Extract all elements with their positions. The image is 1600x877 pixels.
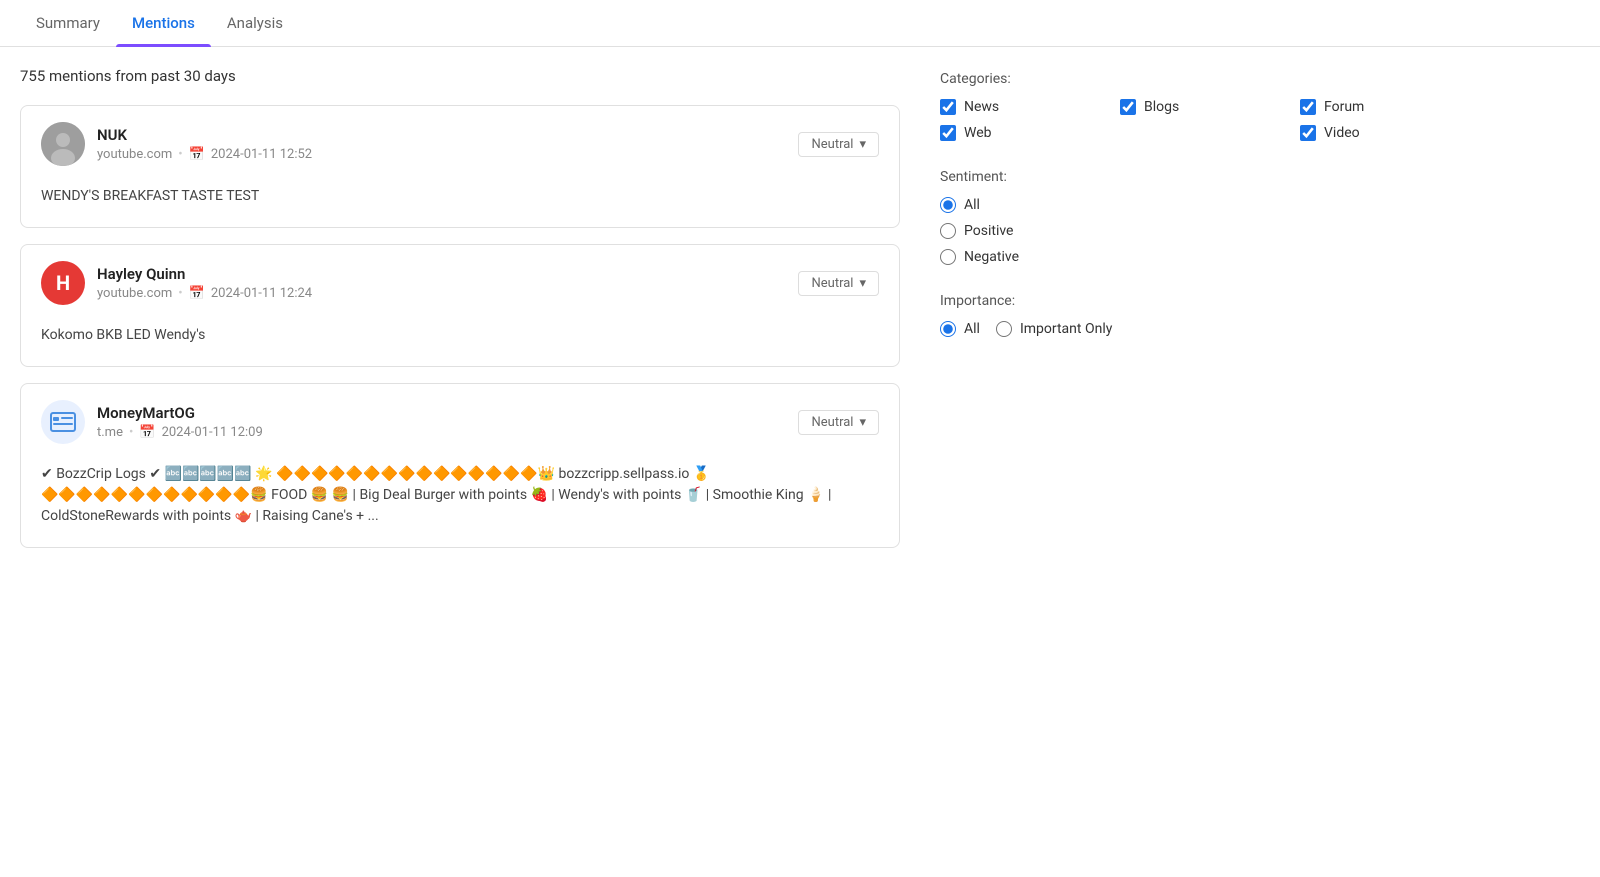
mention-author: H Hayley Quinn youtube.com • 📅 2024-01-1… (41, 261, 312, 305)
author-info: MoneyMartOG t.me • 📅 2024-01-11 12:09 (97, 404, 263, 440)
radio-sentiment-positive-input[interactable] (940, 223, 956, 239)
mention-card: H Hayley Quinn youtube.com • 📅 2024-01-1… (20, 244, 900, 367)
checkbox-video[interactable]: Video (1300, 125, 1364, 141)
categories-label: Categories: (940, 71, 1300, 87)
radio-sentiment-positive[interactable]: Positive (940, 223, 1300, 239)
avatar-initial: H (56, 271, 70, 295)
chevron-down-icon: ▾ (859, 137, 866, 152)
mention-header: NUK youtube.com • 📅 2024-01-11 12:52 Neu… (41, 122, 879, 166)
avatar (41, 122, 85, 166)
author-name: MoneyMartOG (97, 404, 263, 422)
sentiment-filter-group: Sentiment: All Positive Negative (940, 169, 1300, 265)
date: 2024-01-11 12:24 (211, 286, 312, 301)
calendar-icon: 📅 (189, 147, 205, 162)
radio-importance-all-label: All (964, 321, 980, 337)
author-meta: t.me • 📅 2024-01-11 12:09 (97, 425, 263, 440)
sentiment-label: Neutral (811, 415, 853, 430)
radio-sentiment-all[interactable]: All (940, 197, 1300, 213)
importance-options: All Important Only (940, 321, 1300, 337)
checkbox-news-input[interactable] (940, 99, 956, 115)
checkbox-blogs-label: Blogs (1144, 99, 1179, 115)
tab-bar: Summary Mentions Analysis (0, 0, 1600, 47)
importance-filter-group: Importance: All Important Only (940, 293, 1300, 337)
tab-summary[interactable]: Summary (20, 0, 116, 46)
mention-author: NUK youtube.com • 📅 2024-01-11 12:52 (41, 122, 312, 166)
sentiment-label: Neutral (811, 137, 853, 152)
source: youtube.com (97, 147, 172, 162)
mention-header: H Hayley Quinn youtube.com • 📅 2024-01-1… (41, 261, 879, 305)
checkbox-news[interactable]: News (940, 99, 1120, 115)
radio-importance-only-input[interactable] (996, 321, 1012, 337)
author-meta: youtube.com • 📅 2024-01-11 12:24 (97, 286, 312, 301)
radio-importance-only-label: Important Only (1020, 321, 1112, 337)
main-content: 755 mentions from past 30 days NUK (0, 47, 1600, 584)
mention-header: MoneyMartOG t.me • 📅 2024-01-11 12:09 Ne… (41, 400, 879, 444)
radio-sentiment-negative-label: Negative (964, 249, 1019, 265)
checkbox-blogs-input[interactable] (1120, 99, 1136, 115)
checkbox-web-input[interactable] (940, 125, 956, 141)
sentiment-label: Neutral (811, 276, 853, 291)
radio-sentiment-negative-input[interactable] (940, 249, 956, 265)
author-name: NUK (97, 126, 312, 144)
checkbox-forum[interactable]: Forum (1300, 99, 1364, 115)
mention-content: ✔ BozzCrip Logs ✔ 🔤🔤🔤🔤🔤 🌟 🔶🔶🔶🔶🔶🔶🔶🔶🔶🔶🔶🔶🔶🔶… (41, 456, 879, 531)
mention-content: WENDY'S BREAKFAST TASTE TEST (41, 178, 879, 211)
radio-sentiment-negative[interactable]: Negative (940, 249, 1300, 265)
date: 2024-01-11 12:09 (162, 425, 263, 440)
author-name: Hayley Quinn (97, 265, 312, 283)
radio-importance-only[interactable]: Important Only (996, 321, 1112, 337)
source: t.me (97, 425, 123, 440)
radio-sentiment-all-label: All (964, 197, 980, 213)
checkbox-news-label: News (964, 99, 999, 115)
categories-options: News Blogs Forum Web Video (940, 99, 1300, 141)
separator: • (129, 425, 133, 440)
mentions-count: 755 mentions from past 30 days (20, 67, 900, 85)
checkbox-web[interactable]: Web (940, 125, 1120, 141)
checkbox-video-input[interactable] (1300, 125, 1316, 141)
author-info: Hayley Quinn youtube.com • 📅 2024-01-11 … (97, 265, 312, 301)
date: 2024-01-11 12:52 (211, 147, 312, 162)
avatar (41, 400, 85, 444)
mentions-section: 755 mentions from past 30 days NUK (20, 67, 900, 564)
sentiment-label: Sentiment: (940, 169, 1300, 185)
author-info: NUK youtube.com • 📅 2024-01-11 12:52 (97, 126, 312, 162)
chevron-down-icon: ▾ (859, 276, 866, 291)
chevron-down-icon: ▾ (859, 415, 866, 430)
checkbox-web-label: Web (964, 125, 992, 141)
mention-content: Kokomo BKB LED Wendy's (41, 317, 879, 350)
mention-author: MoneyMartOG t.me • 📅 2024-01-11 12:09 (41, 400, 263, 444)
author-meta: youtube.com • 📅 2024-01-11 12:52 (97, 147, 312, 162)
mention-card: NUK youtube.com • 📅 2024-01-11 12:52 Neu… (20, 105, 900, 228)
source: youtube.com (97, 286, 172, 301)
radio-importance-all-input[interactable] (940, 321, 956, 337)
calendar-icon: 📅 (139, 425, 155, 440)
sentiment-badge[interactable]: Neutral ▾ (798, 132, 879, 157)
radio-sentiment-all-input[interactable] (940, 197, 956, 213)
sentiment-radio-group: All Positive Negative (940, 197, 1300, 265)
radio-sentiment-positive-label: Positive (964, 223, 1013, 239)
sentiment-badge[interactable]: Neutral ▾ (798, 271, 879, 296)
checkbox-blogs[interactable]: Blogs (1120, 99, 1300, 115)
separator: • (178, 286, 182, 301)
checkbox-forum-input[interactable] (1300, 99, 1316, 115)
tab-analysis[interactable]: Analysis (211, 0, 299, 46)
calendar-icon: 📅 (189, 286, 205, 301)
avatar: H (41, 261, 85, 305)
separator: • (178, 147, 182, 162)
checkbox-video-label: Video (1324, 125, 1360, 141)
sentiment-badge[interactable]: Neutral ▾ (798, 410, 879, 435)
radio-importance-all[interactable]: All (940, 321, 980, 337)
mention-card: MoneyMartOG t.me • 📅 2024-01-11 12:09 Ne… (20, 383, 900, 548)
filters-section: Categories: News Blogs Forum Web (940, 67, 1300, 564)
categories-filter-group: Categories: News Blogs Forum Web (940, 71, 1300, 141)
importance-label: Importance: (940, 293, 1300, 309)
tab-mentions[interactable]: Mentions (116, 0, 211, 46)
checkbox-forum-label: Forum (1324, 99, 1364, 115)
